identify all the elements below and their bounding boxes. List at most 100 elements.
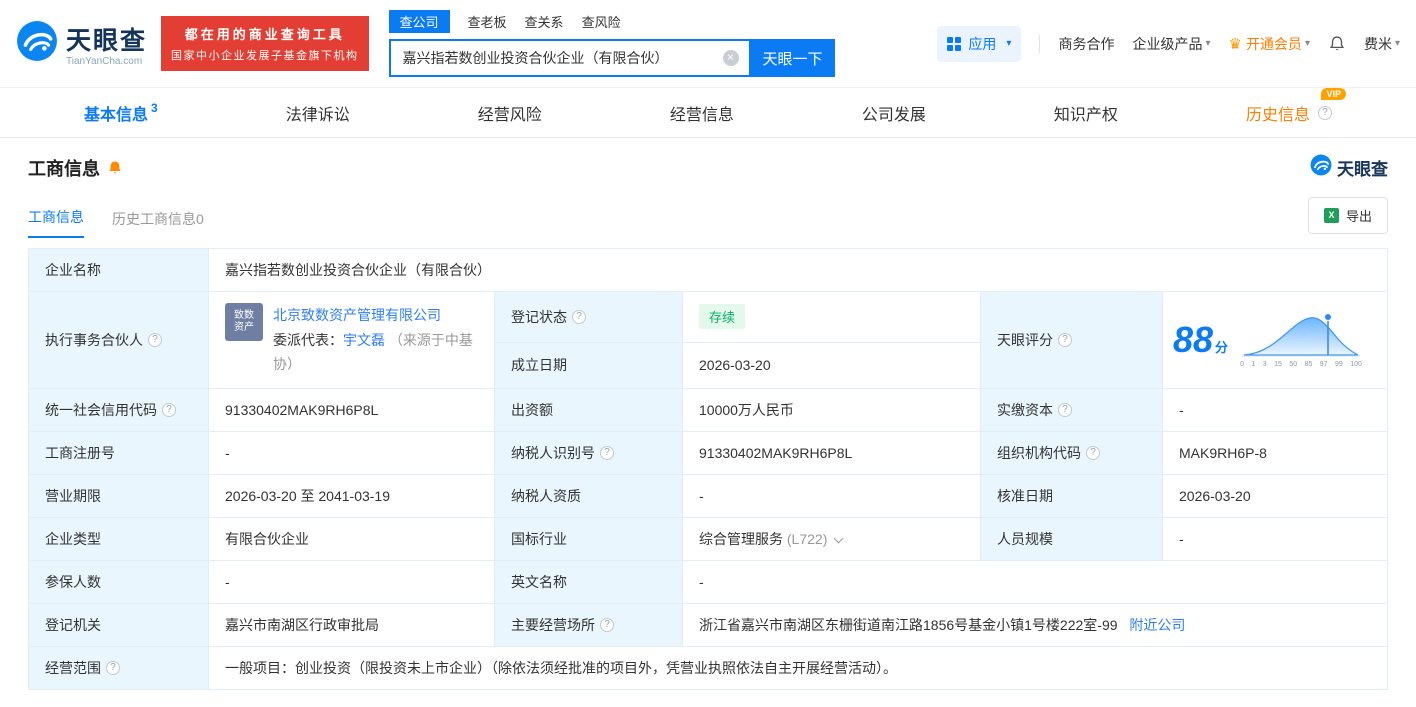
search-tab-boss[interactable]: 查老板 (468, 12, 507, 31)
status-badge: 存续 (699, 304, 746, 330)
help-icon[interactable]: ? (1086, 445, 1100, 460)
business-info-table: 企业名称 嘉兴指若数创业投资合伙企业（有限合伙） 执行事务合伙人? 致数 资产 … (28, 248, 1388, 690)
field-label: 登记状态? (494, 291, 683, 343)
tab-basic-info[interactable]: 基本信息 3 (84, 101, 158, 125)
field-label: 纳税人资质 (494, 473, 683, 518)
apps-grid-icon (947, 36, 962, 51)
header-menu: 应用 ▾ 商务合作 企业级产品 ▾ ♛ 开通会员 ▾ 费米 ▾ (937, 25, 1400, 62)
field-value: 有限合伙企业 (208, 516, 495, 561)
enterprise-products-link[interactable]: 企业级产品 ▾ (1132, 34, 1210, 54)
nearby-companies-link[interactable]: 附近公司 (1129, 617, 1185, 633)
field-label: 企业类型 (28, 516, 209, 561)
top-header: 天眼查 TianYanCha.com 都在用的商业查询工具 国家中小企业发展子基… (0, 0, 1416, 88)
field-value: - (682, 473, 981, 518)
section-title: 工商信息 (28, 158, 100, 179)
industry-code: (L722) (786, 530, 828, 547)
field-label: 英文名称 (494, 559, 683, 604)
field-label: 营业期限 (28, 473, 209, 518)
divider (1039, 34, 1041, 53)
chevron-down-icon: ▾ (1304, 38, 1310, 49)
table-row: 企业类型 有限合伙企业 国标行业 综合管理服务 (L722) 人员规模 - (28, 516, 1388, 561)
field-label: 成立日期 (494, 341, 683, 389)
subtab-history-label: 历史工商信息 (112, 211, 196, 227)
help-icon[interactable]: ? (1317, 105, 1332, 120)
help-icon[interactable]: ? (572, 309, 586, 324)
subtab-history-count: 0 (196, 211, 204, 227)
site-logo[interactable]: 天眼查 TianYanCha.com (16, 20, 147, 67)
field-label: 工商注册号 (28, 430, 209, 475)
search-tab-risk[interactable]: 查风险 (582, 12, 621, 31)
help-icon[interactable]: ? (148, 332, 162, 347)
field-value: 91330402MAK9RH6P8L (682, 430, 981, 475)
field-value: - (1162, 516, 1388, 561)
tab-operation-risk[interactable]: 经营风险 (478, 101, 542, 125)
field-label: 核准日期 (980, 473, 1163, 518)
enterprise-products-label: 企业级产品 (1132, 35, 1203, 52)
subscribe-bell-icon[interactable] (107, 160, 123, 176)
tab-history-info[interactable]: 历史信息 ? VIP (1246, 87, 1346, 125)
partner-logo: 致数 资产 (225, 303, 263, 341)
brand-domain: TianYanCha.com (66, 55, 143, 67)
rep-prefix: 委派代表： (273, 331, 343, 348)
tab-legal-proceedings[interactable]: 法律诉讼 (286, 101, 350, 125)
promo-line2: 国家中小企业发展子基金旗下机构 (171, 50, 359, 62)
vip-badge: VIP (1321, 87, 1346, 100)
field-label: 登记机关 (28, 602, 209, 647)
export-button[interactable]: X 导出 (1307, 197, 1388, 234)
export-label: 导出 (1345, 209, 1372, 224)
field-label: 参保人数 (28, 559, 209, 604)
score-axis-labels: 0 1 3 15 50 85 97 99 100 (1240, 361, 1362, 369)
score-value: 88 分 (1173, 318, 1229, 360)
field-value: - (208, 559, 495, 604)
partner-company-link[interactable]: 北京致数资产管理有限公司 (273, 307, 441, 323)
search-tab-relation[interactable]: 查关系 (525, 12, 564, 31)
brand-name: 天眼查 (66, 26, 148, 55)
field-value: 嘉兴市南湖区行政审批局 (208, 602, 495, 647)
excel-icon: X (1323, 208, 1339, 223)
table-row: 工商注册号 - 纳税人识别号? 91330402MAK9RH6P8L 组织机构代… (28, 430, 1388, 475)
business-cooperation-link[interactable]: 商务合作 (1058, 34, 1114, 54)
clear-search-icon[interactable]: × (722, 50, 739, 66)
tab-basic-info-count: 3 (151, 100, 158, 115)
field-label: 纳税人识别号? (494, 430, 683, 475)
field-label: 人员规模 (980, 516, 1163, 561)
search-input[interactable] (400, 49, 715, 67)
tab-intellectual-property[interactable]: 知识产权 (1054, 101, 1118, 125)
field-value: 综合管理服务 (L722) (682, 516, 981, 561)
chevron-down-icon: ▾ (1006, 38, 1012, 49)
field-value: - (1162, 387, 1388, 432)
field-value: 浙江省嘉兴市南湖区东栅街道南江路1856号基金小镇1号楼222室-99 附近公司 (682, 602, 1388, 647)
tianyancha-logo-icon (16, 20, 58, 67)
apps-menu-button[interactable]: 应用 ▾ (937, 25, 1022, 62)
search-area: 查公司 查老板 查关系 查风险 × 天眼一下 (388, 10, 835, 77)
search-tab-company[interactable]: 查公司 (388, 10, 450, 33)
field-label: 经营范围? (28, 645, 209, 690)
field-value: 10000万人民币 (682, 387, 981, 432)
crown-icon: ♛ (1228, 35, 1242, 53)
field-label: 实缴资本? (980, 387, 1163, 432)
chevron-down-icon[interactable] (833, 533, 844, 543)
user-account-link[interactable]: 费米 ▾ (1364, 34, 1400, 54)
search-box: × (388, 39, 751, 77)
help-icon[interactable]: ? (162, 402, 176, 417)
help-icon[interactable]: ? (600, 445, 614, 460)
help-icon[interactable]: ? (600, 617, 614, 632)
help-icon[interactable]: ? (1058, 402, 1072, 417)
notification-bell-icon[interactable] (1328, 35, 1346, 53)
search-button[interactable]: 天眼一下 (750, 39, 835, 77)
help-icon[interactable]: ? (1058, 332, 1072, 347)
rep-name-link[interactable]: 宇文磊 (343, 332, 385, 348)
open-vip-link[interactable]: ♛ 开通会员 ▾ (1228, 34, 1309, 54)
tab-company-development[interactable]: 公司发展 (862, 101, 926, 125)
subtab-business-info[interactable]: 工商信息 (28, 207, 84, 238)
score-curve-chart: 0 1 3 15 50 85 97 99 100 (1240, 311, 1362, 368)
field-value: 嘉兴指若数创业投资合伙企业（有限合伙） (208, 248, 1388, 292)
table-row: 统一社会信用代码? 91330402MAK9RH6P8L 出资额 10000万人… (28, 387, 1388, 432)
subtab-history-business-info[interactable]: 历史工商信息0 (112, 209, 204, 238)
help-icon[interactable]: ? (106, 660, 120, 675)
tab-operation-info[interactable]: 经营信息 (670, 101, 734, 125)
field-value: 一般项目：创业投资（限投资未上市企业）（除依法须经批准的项目外，凭营业执照依法自… (208, 645, 1388, 690)
table-row: 参保人数 - 英文名称 - (28, 559, 1388, 604)
field-label: 执行事务合伙人? (28, 291, 209, 389)
business-info-section: 工商信息 天眼查 工商信息 历史工商信息0 X 导出 企业名称 嘉兴指若数创业投… (0, 154, 1416, 690)
